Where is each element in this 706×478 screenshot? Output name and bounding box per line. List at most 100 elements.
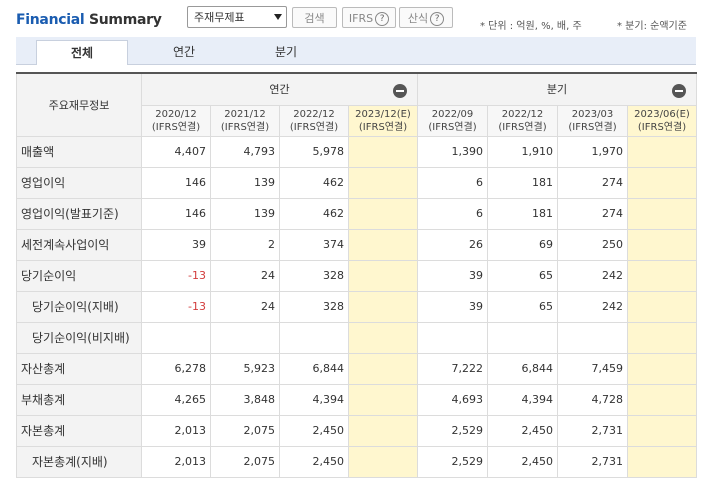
table-row: 세전계속사업이익 39 2 374 26 69 250 xyxy=(16,228,697,261)
table-cell xyxy=(348,166,418,199)
table-cell: 2,529 xyxy=(417,414,488,447)
table-cell: 274 xyxy=(557,197,628,230)
table-cell xyxy=(627,321,697,354)
search-button[interactable]: 검색 xyxy=(292,7,337,28)
table-cell: 374 xyxy=(279,228,349,261)
table-cell xyxy=(417,321,488,354)
row-label: 자본총계 xyxy=(16,414,142,447)
table-cell: 4,793 xyxy=(210,135,280,168)
table-cell: 4,728 xyxy=(557,383,628,416)
table-cell: 2,075 xyxy=(210,445,280,478)
table-cell: 39 xyxy=(141,228,211,261)
table-cell: 2,013 xyxy=(141,445,211,478)
row-label: 자산총계 xyxy=(16,352,142,385)
column-header: 2023/06(E) (IFRS연결) xyxy=(627,104,697,137)
ifrs-button-label: IFRS xyxy=(348,12,374,25)
group-header-annual: 연간 xyxy=(141,72,418,106)
table-cell: 26 xyxy=(417,228,488,261)
column-period: 2021/12 xyxy=(224,108,266,120)
table-cell xyxy=(627,166,697,199)
table-cell: 2,450 xyxy=(279,445,349,478)
column-basis: (IFRS연결) xyxy=(151,121,201,133)
row-label: 영업이익 xyxy=(16,166,142,199)
row-label: 부채총계 xyxy=(16,383,142,416)
table-cell: 181 xyxy=(487,197,558,230)
page-title: Financial Summary xyxy=(16,12,162,28)
row-label: 당기순이익(지배) xyxy=(16,290,142,323)
table-cell: 2,013 xyxy=(141,414,211,447)
table-cell: 2,731 xyxy=(557,445,628,478)
table-cell: 146 xyxy=(141,197,211,230)
table-cell: 462 xyxy=(279,197,349,230)
table-cell: 2,075 xyxy=(210,414,280,447)
row-header: 주요재무정보 xyxy=(16,72,142,137)
tab-annual[interactable]: 연간 xyxy=(138,40,230,65)
table-row: 당기순이익 -13 24 328 39 65 242 xyxy=(16,259,697,292)
table-cell: 6,844 xyxy=(279,352,349,385)
table-cell xyxy=(487,321,558,354)
table-cell: 65 xyxy=(487,259,558,292)
column-basis: (IFRS연결) xyxy=(220,121,270,133)
table-cell: 7,222 xyxy=(417,352,488,385)
table-cell: 274 xyxy=(557,166,628,199)
quarter-note: * 분기: 순액기준 xyxy=(617,21,687,32)
table-cell: 328 xyxy=(279,259,349,292)
table-cell xyxy=(627,290,697,323)
table-cell: 2,450 xyxy=(279,414,349,447)
table-cell: 181 xyxy=(487,166,558,199)
table-cell: 6,278 xyxy=(141,352,211,385)
row-label: 세전계속사업이익 xyxy=(16,228,142,261)
table-cell xyxy=(279,321,349,354)
table-cell: 328 xyxy=(279,290,349,323)
table-cell: -13 xyxy=(141,290,211,323)
table-cell: 4,394 xyxy=(487,383,558,416)
ifrs-button[interactable]: IFRS? xyxy=(342,7,396,28)
collapse-annual-icon[interactable] xyxy=(393,84,407,98)
tab-all[interactable]: 전체 xyxy=(36,40,128,65)
table-row: 당기순이익(비지배) xyxy=(16,321,697,354)
table-cell: 6 xyxy=(417,166,488,199)
table-cell xyxy=(348,135,418,168)
table-cell: 139 xyxy=(210,166,280,199)
row-label: 당기순이익(비지배) xyxy=(16,321,142,354)
table-cell xyxy=(627,197,697,230)
column-basis: (IFRS연결) xyxy=(289,121,339,133)
table-cell: 2,450 xyxy=(487,414,558,447)
table-cell: 4,394 xyxy=(279,383,349,416)
group-header-annual-label: 연간 xyxy=(269,83,290,97)
table-cell: 146 xyxy=(141,166,211,199)
column-header: 2022/12 (IFRS연결) xyxy=(487,104,558,137)
financial-summary-table: 주요재무정보 연간 분기 2020/12 (IFRS연결) 2021/12 (IFRS… xyxy=(16,72,697,478)
formula-button[interactable]: 산식? xyxy=(399,7,453,28)
table-cell: 462 xyxy=(279,166,349,199)
row-label: 자본총계(지배) xyxy=(16,445,142,478)
top-bar: Financial Summary 주재무제표 검색 IFRS? 산식? * 단… xyxy=(0,0,706,36)
table-row: 자산총계 6,278 5,923 6,844 7,222 6,844 7,459 xyxy=(16,352,697,385)
column-basis: (IFRS연결) xyxy=(637,121,687,133)
table-row: 자본총계(지배) 2,013 2,075 2,450 2,529 2,450 2,731 xyxy=(16,445,697,478)
table-cell: 65 xyxy=(487,290,558,323)
table-cell: 6,844 xyxy=(487,352,558,385)
page-title-part2: Summary xyxy=(84,12,162,28)
tab-bar: 전체 연간 분기 xyxy=(16,37,696,65)
table-cell: 1,970 xyxy=(557,135,628,168)
table-cell: 2 xyxy=(210,228,280,261)
table-cell: 5,978 xyxy=(279,135,349,168)
table-cell xyxy=(348,290,418,323)
table-cell: 3,848 xyxy=(210,383,280,416)
table-cell: 139 xyxy=(210,197,280,230)
column-period: 2023/03 xyxy=(571,108,614,120)
table-cell xyxy=(627,383,697,416)
statement-select[interactable]: 주재무제표 xyxy=(187,6,287,28)
table-cell: 5,923 xyxy=(210,352,280,385)
tab-quarterly[interactable]: 분기 xyxy=(240,40,332,65)
table-cell: 39 xyxy=(417,290,488,323)
row-label: 영업이익(발표기준) xyxy=(16,197,142,230)
collapse-quarter-icon[interactable] xyxy=(672,84,686,98)
table-cell: 4,407 xyxy=(141,135,211,168)
column-period: 2023/06(E) xyxy=(634,108,690,120)
table-cell: 2,731 xyxy=(557,414,628,447)
column-header: 2023/03 (IFRS연결) xyxy=(557,104,628,137)
column-period: 2022/09 xyxy=(431,108,474,120)
table-row: 영업이익(발표기준) 146 139 462 6 181 274 xyxy=(16,197,697,230)
